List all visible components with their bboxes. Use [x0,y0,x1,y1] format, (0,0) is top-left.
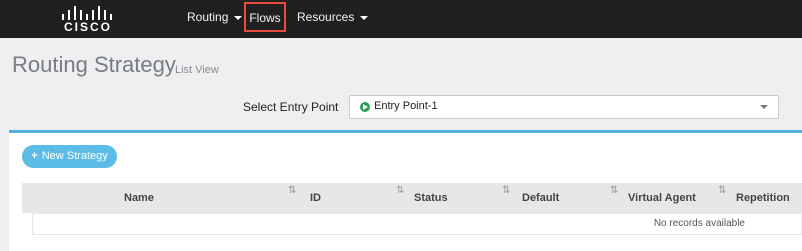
nav-routing-label: Routing [187,10,229,24]
chevron-down-icon[interactable] [760,105,768,109]
table-footer [22,235,802,251]
nav-routing[interactable]: Routing [187,0,243,38]
sort-icon[interactable]: ⇅ [396,185,404,196]
chevron-down-icon [360,15,369,20]
nav-resources[interactable]: Resources [297,0,369,38]
table-header: Name ⇅ ID ⇅ Status ⇅ Default ⇅ Virtual A… [22,183,802,213]
chevron-down-icon [234,15,243,20]
entry-point-value: Entry Point-1 [374,100,438,112]
column-header-name[interactable]: Name [124,183,154,213]
column-header-default[interactable]: Default [522,183,559,213]
nav-flows[interactable]: Flows [244,2,286,32]
top-navbar: CISCO Routing Flows Resources [0,0,802,38]
cisco-logo-wordmark: CISCO [64,20,113,34]
play-circle-icon [360,102,370,112]
cisco-logo[interactable]: CISCO [60,4,116,34]
no-records-text: No records available [653,218,745,229]
new-strategy-button[interactable]: + New Strategy [22,145,117,168]
sort-icon[interactable]: ⇅ [718,185,726,196]
column-header-virtual-agent[interactable]: Virtual Agent [628,183,696,213]
sort-icon[interactable]: ⇅ [610,185,618,196]
entry-point-label: Select Entry Point [243,100,339,114]
new-strategy-label: New Strategy [41,150,108,162]
page-subtitle: List View [175,64,219,76]
column-header-id[interactable]: ID [310,183,321,213]
cisco-logo-bars-icon [60,4,116,20]
entry-point-select[interactable]: Entry Point-1 [349,95,779,119]
page-title: Routing Strategy [12,52,176,77]
sort-icon[interactable]: ⇅ [502,185,510,196]
nav-resources-label: Resources [297,10,355,24]
column-header-status[interactable]: Status [414,183,448,213]
table-body: No records available [32,213,802,235]
nav-flows-label: Flows [249,11,281,25]
sort-icon[interactable]: ⇅ [288,185,296,196]
column-header-repetition[interactable]: Repetition [736,183,790,213]
plus-icon: + [31,150,38,162]
